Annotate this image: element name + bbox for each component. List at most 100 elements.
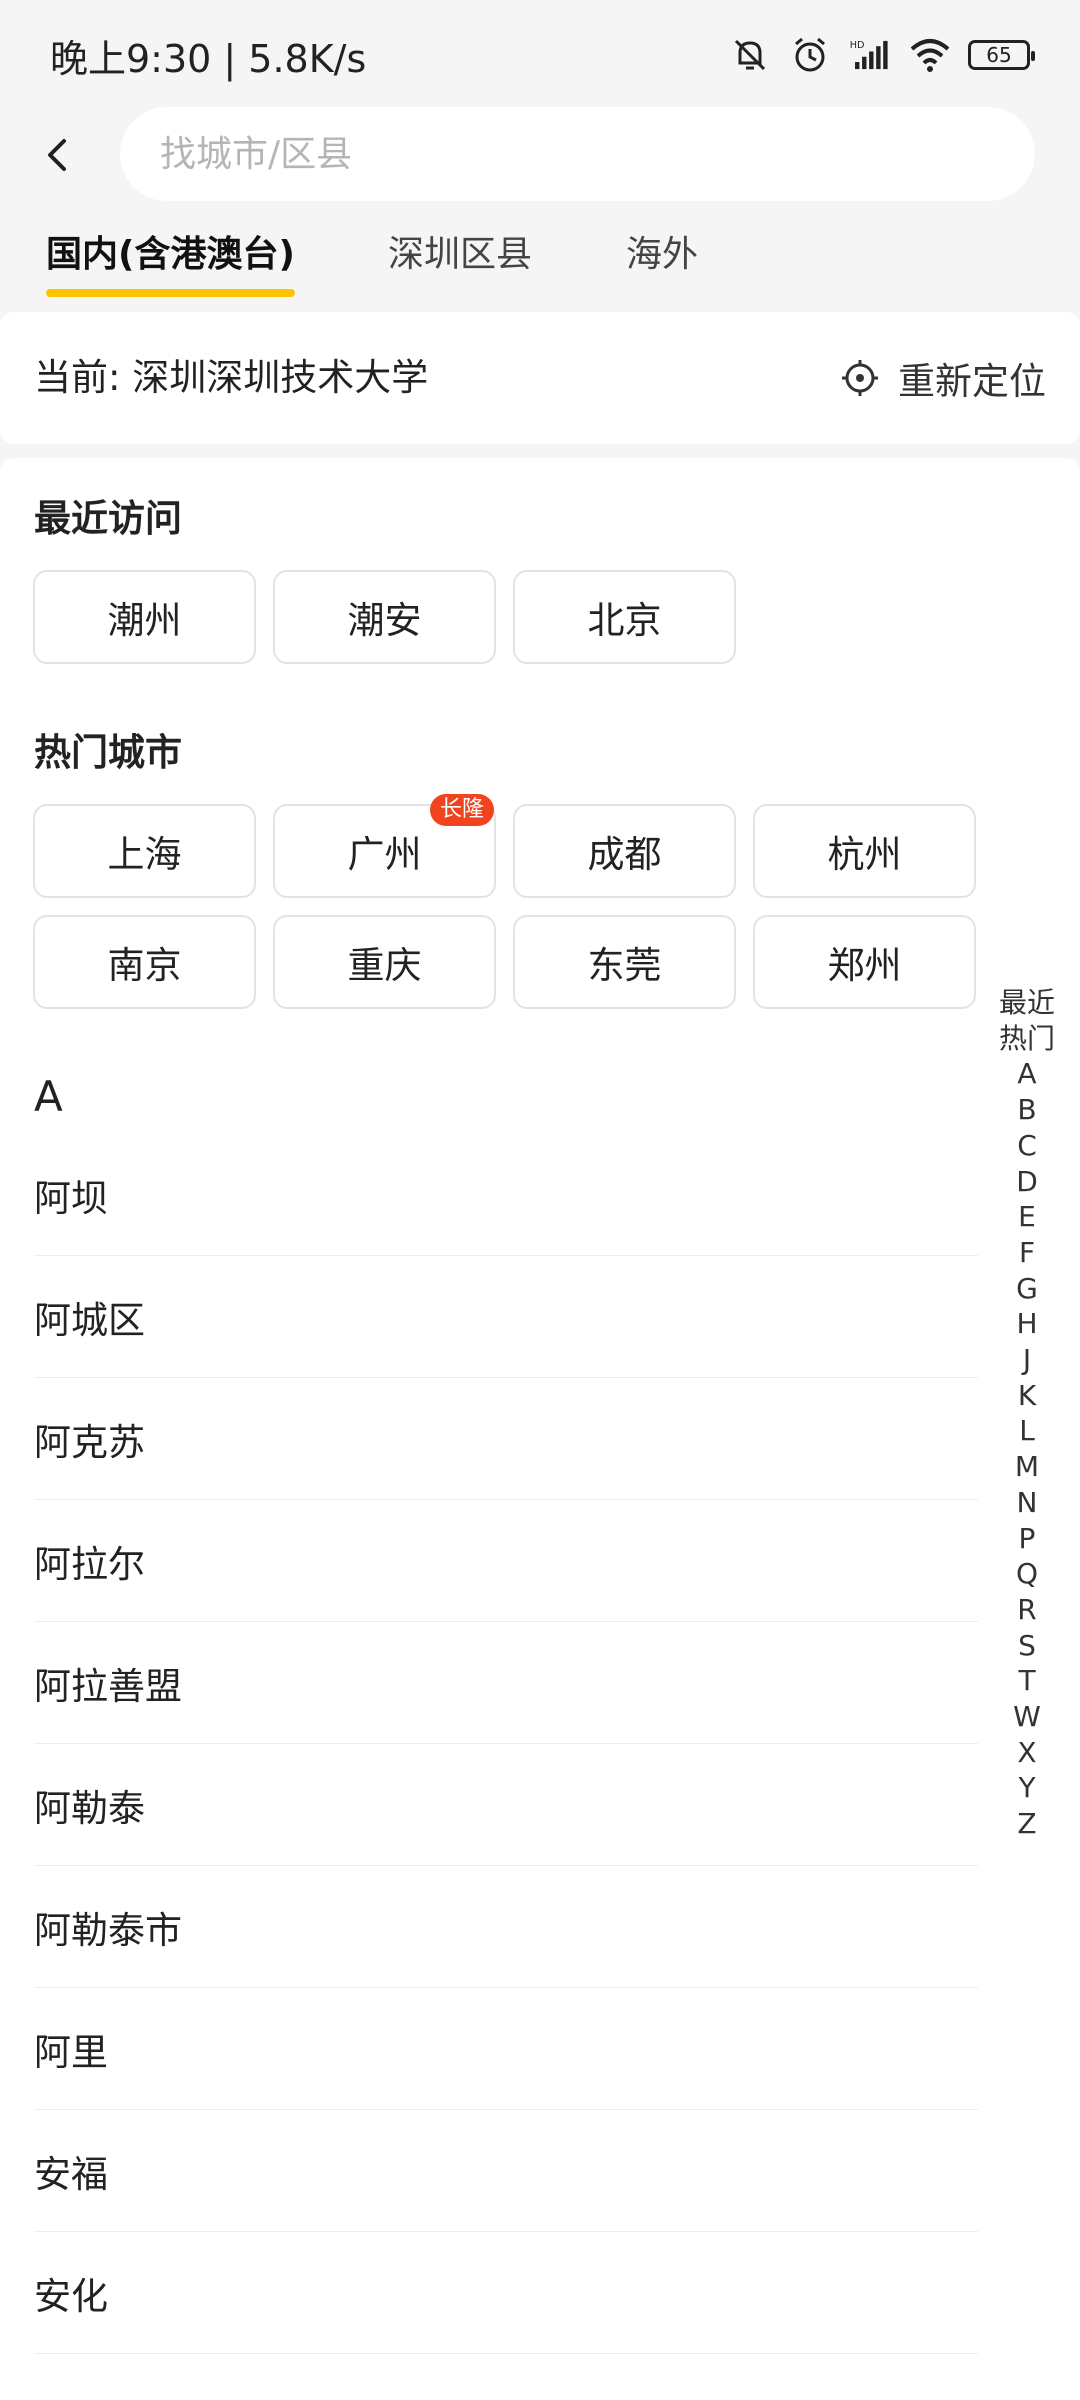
index-item-g[interactable]: G bbox=[992, 1271, 1062, 1307]
tab-label: 国内(含港澳台) bbox=[46, 234, 295, 275]
hot-city-chip[interactable]: 东莞 bbox=[513, 915, 736, 1009]
chevron-left-icon bbox=[48, 139, 66, 171]
city-name: 安福 bbox=[34, 2152, 108, 2196]
index-item-x[interactable]: X bbox=[992, 1735, 1062, 1771]
wifi-icon bbox=[908, 33, 952, 77]
chip-label: 上海 bbox=[107, 833, 182, 876]
recent-section-title: 最近访问 bbox=[34, 497, 182, 540]
city-picker-page: 晚上9:30 | 5.8K/s HD 65 国内(含港澳 bbox=[0, 0, 1080, 2400]
index-item-recent[interactable]: 最近 bbox=[992, 985, 1062, 1021]
recent-city-chip[interactable]: 潮州 bbox=[33, 570, 256, 664]
chip-label: 南京 bbox=[107, 944, 182, 987]
city-name: 阿克苏 bbox=[34, 1420, 145, 1464]
promo-badge: 长隆 bbox=[429, 794, 494, 826]
svg-text:HD: HD bbox=[850, 40, 865, 51]
back-button[interactable] bbox=[28, 125, 88, 185]
hot-city-chip[interactable]: 南京 bbox=[33, 915, 256, 1009]
index-item-n[interactable]: N bbox=[992, 1485, 1062, 1521]
city-list-item[interactable]: 阿拉尔 bbox=[34, 1500, 978, 1622]
hot-city-chip[interactable]: 成都 bbox=[513, 804, 736, 898]
index-item-p[interactable]: P bbox=[992, 1521, 1062, 1557]
current-location-text: 当前: 深圳深圳技术大学 bbox=[34, 356, 429, 399]
chip-label: 潮州 bbox=[107, 599, 182, 642]
index-item-c[interactable]: C bbox=[992, 1128, 1062, 1164]
search-input[interactable] bbox=[158, 132, 1035, 176]
tab-domestic[interactable]: 国内(含港澳台) bbox=[46, 225, 295, 297]
search-header bbox=[0, 105, 1080, 205]
city-list-item[interactable]: 阿坝 bbox=[34, 1134, 978, 1256]
city-list-item[interactable]: 阿拉善盟 bbox=[34, 1622, 978, 1744]
index-item-l[interactable]: L bbox=[992, 1413, 1062, 1449]
region-tabs: 国内(含港澳台) 深圳区县 海外 bbox=[0, 225, 1080, 297]
tab-shenzhen-districts[interactable]: 深圳区县 bbox=[388, 225, 532, 285]
chip-label: 郑州 bbox=[827, 944, 902, 987]
city-list-card: 最近访问 潮州 潮安 北京 热门城市 上海 广州 长隆 成都 杭州 南京 重庆 … bbox=[0, 458, 1080, 2400]
current-location-card: 当前: 深圳深圳技术大学 重新定位 bbox=[0, 312, 1080, 444]
index-item-y[interactable]: Y bbox=[992, 1770, 1062, 1806]
chip-label: 北京 bbox=[587, 599, 662, 642]
index-item-t[interactable]: T bbox=[992, 1663, 1062, 1699]
tab-label: 深圳区县 bbox=[388, 234, 533, 275]
alphabet-index-bar[interactable]: 最近 热门 A B C D E F G H J K L M N P Q R S … bbox=[992, 985, 1062, 1842]
index-item-f[interactable]: F bbox=[992, 1235, 1062, 1271]
city-list-item[interactable]: 阿克苏 bbox=[34, 1378, 978, 1500]
index-item-hot[interactable]: 热门 bbox=[992, 1021, 1062, 1057]
city-name: 阿拉尔 bbox=[34, 1542, 145, 1586]
chip-label: 杭州 bbox=[827, 833, 902, 876]
city-list-item[interactable]: 阿勒泰市 bbox=[34, 1866, 978, 1988]
index-item-s[interactable]: S bbox=[992, 1628, 1062, 1664]
hd-signal-icon: HD bbox=[848, 33, 892, 77]
chip-label: 成都 bbox=[587, 833, 662, 876]
alarm-icon bbox=[788, 33, 832, 77]
chip-label: 东莞 bbox=[587, 944, 662, 987]
chip-label: 重庆 bbox=[347, 944, 422, 987]
city-name: 阿勒泰市 bbox=[34, 1908, 182, 1952]
index-item-d[interactable]: D bbox=[992, 1164, 1062, 1200]
status-icons: HD 65 bbox=[728, 33, 1035, 77]
letter-header-a: A bbox=[34, 1072, 63, 1121]
hot-city-chip[interactable]: 重庆 bbox=[273, 915, 496, 1009]
relocate-label: 重新定位 bbox=[898, 360, 1046, 403]
city-name: 阿城区 bbox=[34, 1298, 145, 1342]
battery-icon: 65 bbox=[968, 40, 1035, 70]
city-name: 阿拉善盟 bbox=[34, 1664, 182, 1708]
chip-label: 潮安 bbox=[347, 599, 422, 642]
relocate-button[interactable]: 重新定位 bbox=[840, 312, 1046, 444]
city-list-item[interactable]: 安福 bbox=[34, 2110, 978, 2232]
index-item-w[interactable]: W bbox=[992, 1699, 1062, 1735]
hot-city-chip[interactable]: 广州 长隆 bbox=[273, 794, 496, 898]
hot-city-chip[interactable]: 郑州 bbox=[753, 915, 976, 1009]
city-list-item[interactable]: 阿勒泰 bbox=[34, 1744, 978, 1866]
city-name: 阿勒泰 bbox=[34, 1786, 145, 1830]
active-tab-indicator bbox=[46, 289, 295, 297]
city-list-item[interactable]: 安化 bbox=[34, 2232, 978, 2354]
city-name: 安化 bbox=[34, 2274, 108, 2318]
hot-city-chip[interactable]: 上海 bbox=[33, 804, 256, 898]
index-item-q[interactable]: Q bbox=[992, 1556, 1062, 1592]
index-item-b[interactable]: B bbox=[992, 1092, 1062, 1128]
index-item-z[interactable]: Z bbox=[992, 1806, 1062, 1842]
mute-bell-icon bbox=[728, 33, 772, 77]
recent-city-chip[interactable]: 北京 bbox=[513, 570, 736, 664]
index-item-m[interactable]: M bbox=[992, 1449, 1062, 1485]
hot-city-chip[interactable]: 杭州 bbox=[753, 804, 976, 898]
tab-overseas[interactable]: 海外 bbox=[626, 225, 698, 285]
recent-city-chip[interactable]: 潮安 bbox=[273, 570, 496, 664]
status-bar: 晚上9:30 | 5.8K/s HD 65 bbox=[0, 0, 1080, 110]
index-item-a[interactable]: A bbox=[992, 1056, 1062, 1092]
city-name: 阿坝 bbox=[34, 1176, 108, 1220]
index-item-r[interactable]: R bbox=[992, 1592, 1062, 1628]
status-time: 晚上9:30 | 5.8K/s bbox=[50, 36, 367, 81]
chip-label: 广州 bbox=[347, 833, 422, 876]
index-item-k[interactable]: K bbox=[992, 1378, 1062, 1414]
hot-section-title: 热门城市 bbox=[34, 731, 182, 774]
city-name: 阿里 bbox=[34, 2030, 108, 2074]
tab-label: 海外 bbox=[626, 234, 699, 275]
city-list-item[interactable]: 阿城区 bbox=[34, 1256, 978, 1378]
search-box[interactable] bbox=[120, 107, 1035, 201]
index-item-h[interactable]: H bbox=[992, 1306, 1062, 1342]
locate-target-icon bbox=[842, 360, 878, 396]
index-item-j[interactable]: J bbox=[992, 1342, 1062, 1378]
index-item-e[interactable]: E bbox=[992, 1199, 1062, 1235]
city-list-item[interactable]: 阿里 bbox=[34, 1988, 978, 2110]
